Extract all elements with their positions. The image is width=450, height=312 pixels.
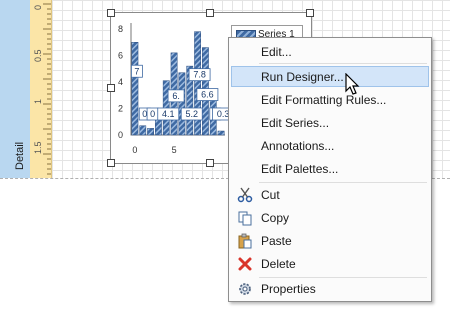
- chart-bar: [131, 42, 139, 136]
- menu-item-run-designer-label: Run Designer...: [261, 70, 344, 84]
- data-label: 5.2: [180, 107, 203, 121]
- y-tick-label: 8: [118, 24, 123, 34]
- context-menu: Edit... Run Designer... Edit Formatting …: [228, 37, 432, 302]
- svg-text:7: 7: [134, 66, 139, 76]
- svg-text:4.1: 4.1: [162, 109, 175, 119]
- menu-separator: [259, 182, 427, 183]
- svg-text:5.2: 5.2: [185, 109, 198, 119]
- menu-separator: [259, 63, 427, 64]
- menu-item-properties-label: Properties: [261, 282, 316, 296]
- detail-band-tab[interactable]: Detail: [0, 0, 31, 178]
- menu-item-edit-formatting-rules-label: Edit Formatting Rules...: [261, 93, 387, 107]
- resize-handle-middle-left[interactable]: [107, 84, 115, 92]
- y-tick-label: 2: [118, 104, 123, 114]
- chart-bar: [178, 72, 186, 136]
- gear-icon: [239, 283, 251, 295]
- data-label: 0: [146, 107, 159, 121]
- y-tick-label: 0: [118, 130, 123, 140]
- data-label: 4.1: [157, 107, 180, 121]
- menu-item-edit-series-label: Edit Series...: [261, 116, 330, 130]
- ruler-label-1: 1: [33, 98, 43, 104]
- menu-item-copy-label: Copy: [261, 211, 290, 225]
- chart-bar: [155, 118, 162, 136]
- y-tick-label: 4: [118, 77, 123, 87]
- data-label: 6.6: [196, 88, 219, 101]
- ruler-label-0: 0: [33, 4, 43, 10]
- copy-icon: [238, 211, 252, 226]
- svg-text:6.6: 6.6: [201, 90, 214, 100]
- scissors-icon: [237, 187, 253, 203]
- svg-text:6.: 6.: [172, 91, 180, 101]
- detail-band-label: Detail: [14, 141, 26, 170]
- menu-item-edit-formatting-rules[interactable]: Edit Formatting Rules...: [231, 89, 429, 110]
- x-tick-label: 0: [132, 145, 137, 155]
- resize-handle-bottom-left[interactable]: [107, 159, 115, 167]
- data-label: 7.8: [188, 68, 211, 82]
- menu-item-paste[interactable]: Paste: [231, 230, 429, 251]
- menu-item-copy[interactable]: Copy: [231, 207, 429, 228]
- menu-item-cut-label: Cut: [261, 188, 280, 202]
- menu-item-properties[interactable]: Properties: [231, 278, 429, 299]
- menu-item-annotations[interactable]: Annotations...: [231, 135, 429, 156]
- delete-icon: [238, 257, 252, 271]
- menu-item-edit-palettes[interactable]: Edit Palettes...: [231, 158, 429, 179]
- chart-bar: [217, 130, 225, 136]
- y-tick-label: 6: [118, 51, 123, 61]
- x-tick-label: 5: [172, 145, 177, 155]
- resize-handle-top-center[interactable]: [206, 9, 214, 17]
- chart-bar: [139, 125, 147, 136]
- svg-text:7.8: 7.8: [193, 70, 206, 80]
- ruler-label-1-5: 1.5: [33, 141, 43, 154]
- data-label: 7: [131, 64, 143, 78]
- menu-item-edit[interactable]: Edit...: [231, 41, 429, 62]
- menu-item-annotations-label: Annotations...: [261, 139, 335, 153]
- menu-item-paste-label: Paste: [261, 234, 292, 248]
- menu-item-edit-label: Edit...: [261, 45, 292, 59]
- menu-item-run-designer[interactable]: Run Designer...: [231, 66, 429, 87]
- menu-item-edit-palettes-label: Edit Palettes...: [261, 162, 339, 176]
- ruler-label-0-5: 0.5: [33, 49, 43, 62]
- vertical-ruler: 0 0.5 1 1.5: [30, 0, 52, 178]
- svg-text:0: 0: [142, 109, 147, 119]
- resize-handle-bottom-center[interactable]: [206, 159, 214, 167]
- paste-icon: [238, 233, 252, 249]
- menu-item-delete-label: Delete: [261, 257, 296, 271]
- data-label: 6.: [167, 89, 185, 103]
- menu-item-edit-series[interactable]: Edit Series...: [231, 112, 429, 133]
- chart-bar: [147, 128, 154, 136]
- mouse-cursor-icon: [345, 73, 360, 95]
- menu-item-delete[interactable]: Delete: [231, 253, 429, 274]
- resize-handle-top-right[interactable]: [306, 9, 314, 17]
- svg-text:0: 0: [150, 109, 155, 119]
- menu-item-cut[interactable]: Cut: [231, 184, 429, 205]
- resize-handle-top-left[interactable]: [107, 9, 115, 17]
